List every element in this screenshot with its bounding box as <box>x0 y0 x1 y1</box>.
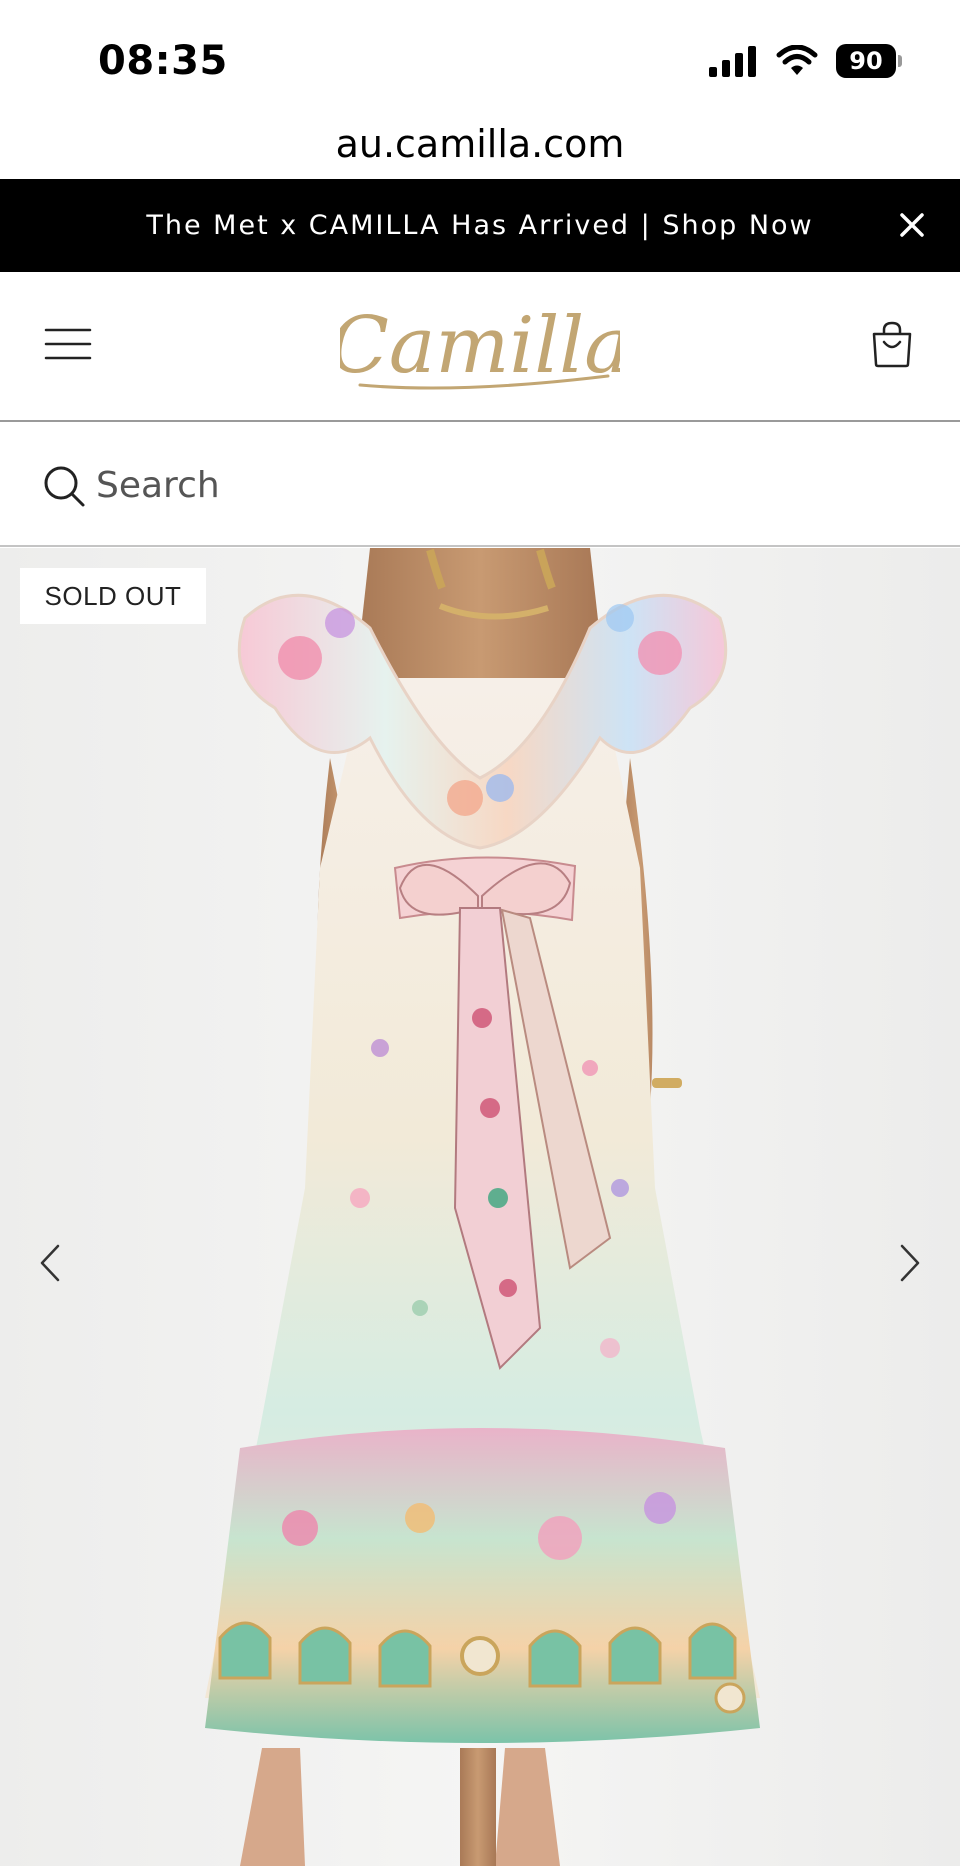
sold-out-badge: SOLD OUT <box>20 568 206 624</box>
close-icon[interactable] <box>894 207 930 243</box>
status-icons: 90 <box>708 44 902 78</box>
url-text: au.camilla.com <box>335 122 625 166</box>
battery-icon: 90 <box>836 44 902 78</box>
chevron-left-icon[interactable] <box>30 1238 70 1288</box>
product-gallery[interactable]: SOLD OUT <box>0 548 960 1866</box>
status-bar: 08:35 90 <box>0 0 960 110</box>
camilla-logo[interactable]: Camilla <box>340 290 620 400</box>
product-image[interactable] <box>0 548 960 1866</box>
search-input[interactable] <box>96 452 876 518</box>
promo-banner[interactable]: The Met x CAMILLA Has Arrived | Shop Now <box>0 179 960 272</box>
brand-wordmark: Camilla <box>340 301 620 391</box>
shopping-bag-icon[interactable] <box>870 320 914 368</box>
site-header: Camilla <box>0 272 960 422</box>
search-bar <box>0 422 960 547</box>
search-icon[interactable] <box>42 464 86 508</box>
wifi-icon <box>776 45 818 75</box>
address-bar[interactable]: au.camilla.com <box>0 110 960 178</box>
battery-level: 90 <box>849 47 883 75</box>
chevron-right-icon[interactable] <box>890 1238 930 1288</box>
status-time: 08:35 <box>98 38 228 84</box>
hamburger-menu-icon[interactable] <box>44 324 92 364</box>
promo-text[interactable]: The Met x CAMILLA Has Arrived | Shop Now <box>146 210 813 241</box>
cellular-signal-icon <box>709 46 756 77</box>
